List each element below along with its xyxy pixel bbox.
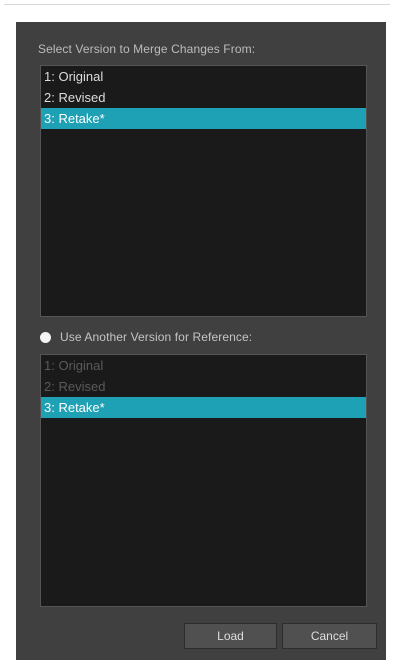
reference-version-list[interactable]: 1: Original 2: Revised 3: Retake* [40,354,367,607]
use-reference-version-option[interactable]: Use Another Version for Reference: [40,329,252,345]
radio-button-icon[interactable] [40,331,51,343]
merge-version-item-original[interactable]: 1: Original [41,66,366,87]
merge-version-dialog: Select Version to Merge Changes From: 1:… [16,22,386,660]
use-reference-version-label: Use Another Version for Reference: [60,330,253,344]
reference-version-item-revised: 2: Revised [44,379,106,394]
merge-version-label: Select Version to Merge Changes From: [38,42,256,56]
merge-version-list[interactable]: 1: Original 2: Revised 3: Retake* [40,65,367,317]
reference-version-item-retake[interactable]: 3: Retake* [41,397,366,418]
load-button[interactable]: Load [184,623,277,649]
cancel-button[interactable]: Cancel [282,623,377,649]
reference-version-item-original: 1: Original [44,358,104,373]
merge-version-item-revised[interactable]: 2: Revised [41,87,366,108]
merge-version-item-retake[interactable]: 3: Retake* [41,108,366,129]
